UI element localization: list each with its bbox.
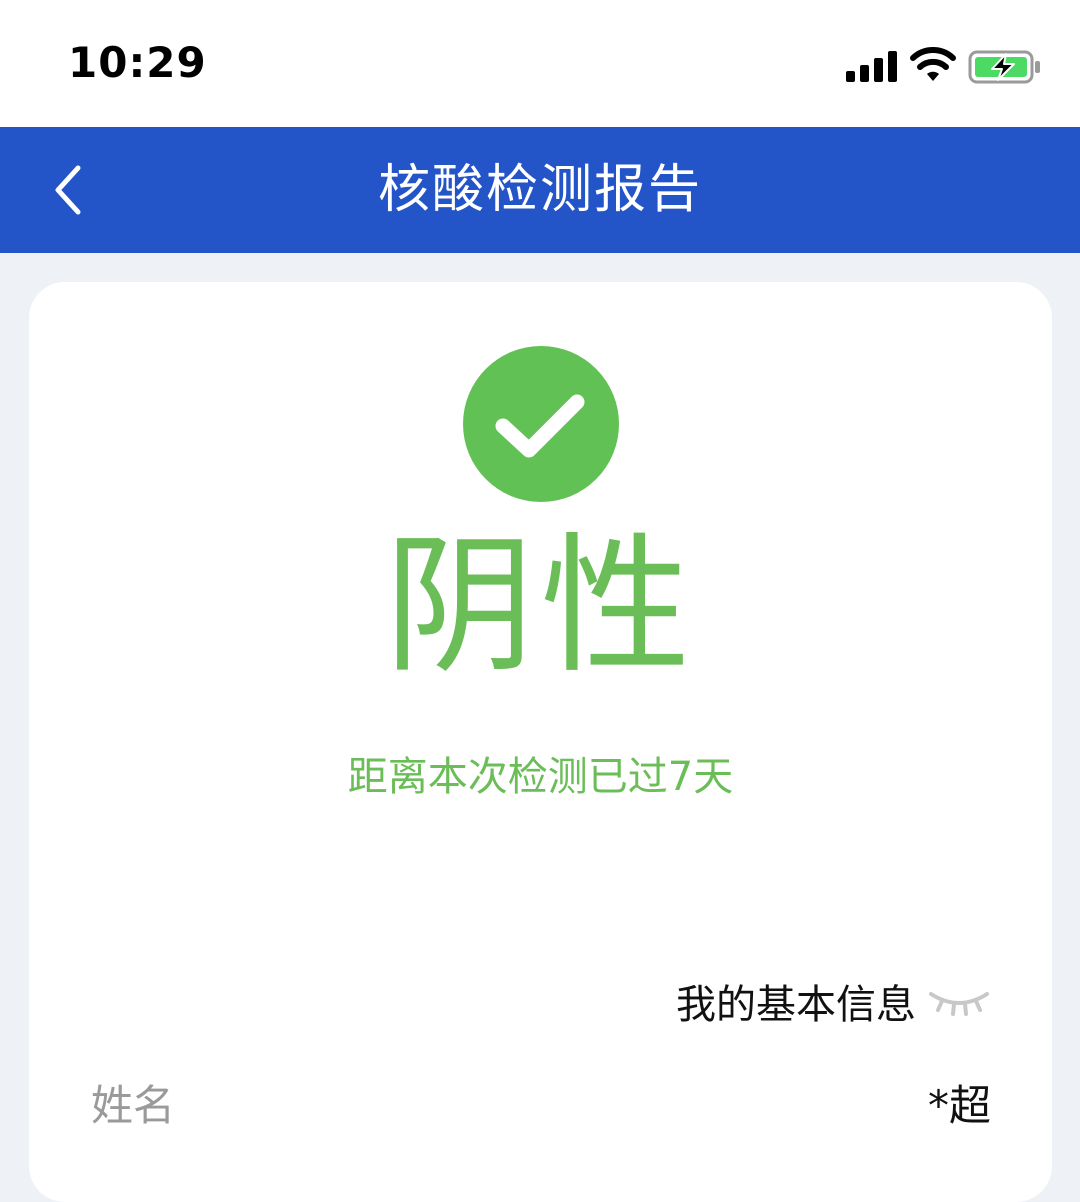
report-card: 阴性 距离本次检测已过7天 我的基本信息 姓名 *超 [29, 282, 1052, 1202]
chevron-left-icon [55, 165, 81, 215]
info-row-name: 姓名 *超 [91, 1072, 991, 1130]
eye-closed-icon [929, 992, 989, 1016]
nav-bar: 核酸检测报告 [0, 127, 1080, 253]
signal-icon [846, 51, 897, 82]
elapsed-days-text: 距离本次检测已过7天 [347, 754, 734, 800]
back-button[interactable] [34, 157, 100, 223]
wifi-icon [910, 47, 956, 81]
status-bar: 10:29 [0, 0, 1080, 127]
basic-info-toggle[interactable]: 我的基本信息 [676, 972, 990, 1030]
status-time: 10:29 [68, 38, 207, 87]
info-value: *超 [927, 1081, 991, 1130]
info-label: 姓名 [91, 1081, 176, 1130]
battery-charging-icon [968, 50, 1040, 84]
test-result-status: 阴性 [384, 520, 697, 694]
page-title: 核酸检测报告 [377, 160, 702, 220]
check-circle-icon [463, 346, 619, 502]
basic-info-title: 我的基本信息 [676, 982, 916, 1028]
